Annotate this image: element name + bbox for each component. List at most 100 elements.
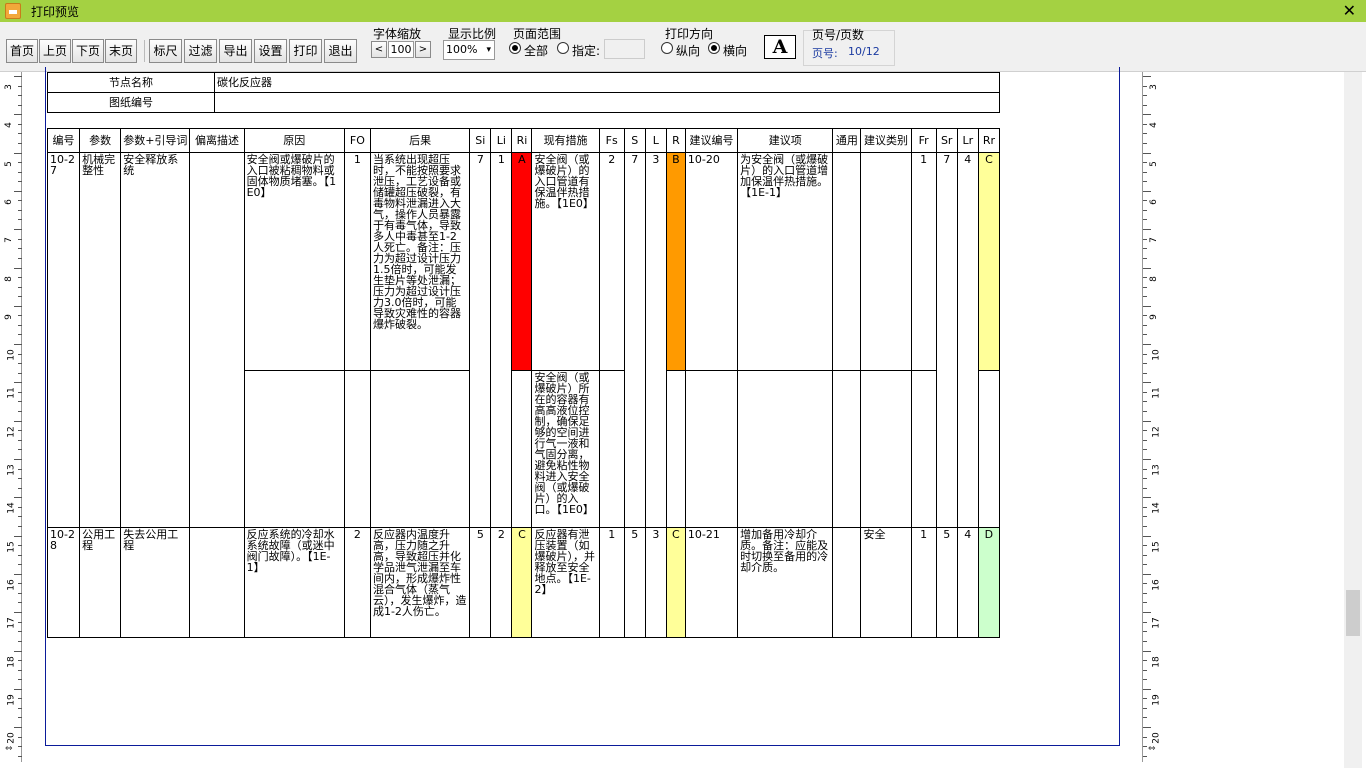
ruler-tick <box>14 267 22 269</box>
ruler-tick <box>1143 621 1147 623</box>
col-header: 偏离描述 <box>189 128 245 153</box>
range-all-radio[interactable] <box>509 42 521 54</box>
ruler-tick <box>18 583 22 585</box>
next-page-button[interactable]: 下页 <box>72 39 104 63</box>
node-header-table: 节点名称 碳化反应器 图纸编号 <box>47 72 1000 113</box>
orientation-label: 打印方向 <box>665 27 714 41</box>
col-header: Si <box>469 128 492 153</box>
window-title: 打印预览 <box>31 5 80 19</box>
ruler-tick <box>1143 564 1147 566</box>
close-icon[interactable]: ✕ <box>1343 1 1356 20</box>
range-specified-radio[interactable] <box>557 42 569 54</box>
ruler-tick <box>1143 506 1147 508</box>
cell-lr: 4 <box>956 152 979 528</box>
node-name-value: 碳化反应器 <box>214 72 1000 93</box>
cell-measure: 反应器有泄压装置（如爆破片），并释放至安全地点。【1E-2】 <box>531 527 600 638</box>
font-zoom-input[interactable]: 100 <box>388 41 414 58</box>
font-zoom-decrease-button[interactable]: < <box>371 41 387 58</box>
vertical-scrollbar[interactable] <box>1344 72 1362 768</box>
ruler-number: 13 <box>6 464 17 476</box>
ruler-tick <box>18 181 22 183</box>
ruler-tick <box>1143 209 1147 211</box>
ruler-tick <box>18 506 22 508</box>
cell-param-guide: 安全释放系统 <box>120 152 191 528</box>
orientation-portrait-radio[interactable] <box>661 42 673 54</box>
col-header: 后果 <box>369 128 471 153</box>
cell-fr <box>910 370 937 528</box>
col-header: 编号 <box>46 128 81 153</box>
ruler-tick <box>18 410 22 412</box>
cell-ri <box>511 370 533 528</box>
font-settings-button[interactable]: A <box>764 35 796 59</box>
ruler-tick <box>1143 391 1147 393</box>
ruler-number: 18 <box>1151 655 1162 668</box>
ruler-tick <box>1143 171 1147 173</box>
ruler-number: 10 <box>6 349 17 361</box>
ruler-number: 5 <box>3 160 14 167</box>
ruler-tick <box>18 85 22 87</box>
cell-fr: 1 <box>910 152 937 371</box>
cell-r: C <box>665 527 686 638</box>
col-header: Li <box>490 128 513 153</box>
cell-sugg-no <box>684 370 739 528</box>
exit-button[interactable]: 退出 <box>324 39 357 63</box>
filter-button[interactable]: 过滤 <box>184 39 217 63</box>
orientation-landscape-radio[interactable] <box>708 42 720 54</box>
cell-r <box>665 370 686 528</box>
ruler-tick <box>1143 334 1147 336</box>
ruler-tick <box>1143 305 1151 307</box>
ruler-tick <box>18 478 22 479</box>
table-header-row: 编号 参数 参数+引导词 偏离描述 原因 FO 后果 Si Li Ri 现有措施… <box>46 128 1001 153</box>
cell-fo: 1 <box>343 152 371 371</box>
cell-fs: 2 <box>598 152 625 371</box>
cell-suggestion: 为安全阀（或爆破片）的入口管道增加保温伴热措施。【1E-1】 <box>737 152 834 371</box>
ruler-tick <box>1143 372 1147 374</box>
cell-measure: 安全阀（或爆破片）所在的容器有高高液位控制，确保足够的空间进行气一液和气固分离，… <box>531 370 600 528</box>
cell-cause <box>243 370 345 528</box>
font-zoom-increase-button[interactable]: > <box>415 41 431 58</box>
ruler-tick <box>1143 104 1147 106</box>
ruler-tick <box>1143 162 1147 164</box>
ruler-tick <box>1143 592 1147 594</box>
settings-button[interactable]: 设置 <box>254 39 287 63</box>
ruler-number: 4 <box>3 122 14 129</box>
col-header: 参数 <box>79 128 122 153</box>
toolbar-separator <box>144 40 145 62</box>
page-info-box: 页号/页数 页号: 10/12 <box>803 28 895 66</box>
ruler-tick <box>18 669 22 671</box>
cell-consequence <box>369 370 471 528</box>
ruler-tick <box>18 736 22 738</box>
cell-fs: 1 <box>598 527 625 638</box>
ruler-tick <box>1143 133 1147 135</box>
ruler-tick <box>1143 497 1151 499</box>
ruler-number: 10 <box>1151 349 1162 361</box>
ruler-tick <box>1143 238 1147 240</box>
last-page-button[interactable]: 末页 <box>105 39 137 63</box>
ruler-tick <box>18 755 22 757</box>
ruler-tick <box>1143 602 1147 604</box>
col-header: 现有措施 <box>531 128 600 153</box>
orientation-portrait-label: 纵向 <box>676 44 701 58</box>
ruler-tick <box>14 114 22 116</box>
print-button[interactable]: 打印 <box>289 39 322 63</box>
ruler-tick <box>18 133 22 135</box>
ruler-tick <box>18 487 22 489</box>
ruler-tick <box>18 391 22 393</box>
cell-sr: 5 <box>935 527 958 638</box>
ruler-tick <box>18 592 22 594</box>
scale-select[interactable]: 100% ▾ <box>443 40 495 60</box>
ruler-number: 16 <box>6 579 17 591</box>
ruler-button[interactable]: 标尺 <box>149 39 182 63</box>
ruler-tick <box>1143 353 1147 355</box>
first-page-button[interactable]: 首页 <box>6 39 38 63</box>
font-zoom-label: 字体缩放 <box>373 27 422 41</box>
title-bar: 打印预览 ✕ <box>0 0 1366 22</box>
export-button[interactable]: 导出 <box>219 39 252 63</box>
prev-page-button[interactable]: 上页 <box>39 39 71 63</box>
ruler-tick <box>18 209 22 211</box>
ruler-tick <box>14 76 22 77</box>
scroll-thumb[interactable] <box>1346 590 1360 636</box>
col-header: Fs <box>598 128 625 153</box>
ruler-tick <box>1143 449 1147 451</box>
range-specified-input[interactable] <box>604 39 645 59</box>
